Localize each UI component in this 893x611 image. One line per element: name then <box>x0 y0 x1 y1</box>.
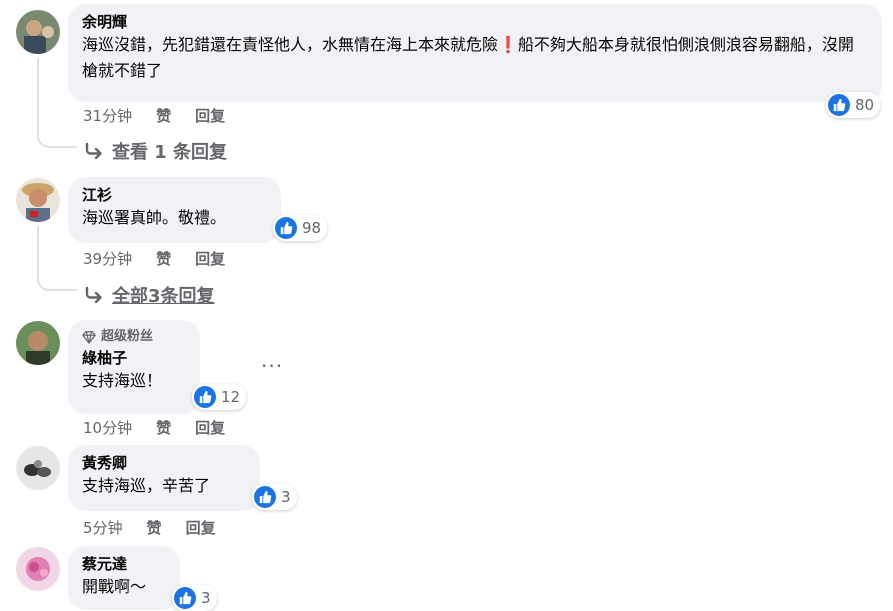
comment-time[interactable]: 39分钟 <box>83 249 132 269</box>
comment-bubble: 蔡元達 開戰啊～ <box>68 546 180 610</box>
like-reaction-icon <box>194 386 216 408</box>
comment-text: 開戰啊～ <box>82 577 147 596</box>
comment-text: 支持海巡，辛苦了 <box>82 476 211 495</box>
like-reaction-icon <box>275 217 297 239</box>
comment-actions: 10分钟 赞 回复 <box>83 418 225 438</box>
reply-arrow-icon <box>85 286 102 304</box>
reactions-count[interactable]: 3 <box>172 585 217 611</box>
view-replies-label: 查看 1 条回复 <box>112 142 228 163</box>
comment-text: 海巡署真帥。敬禮。 <box>82 208 227 227</box>
reactions-count[interactable]: 3 <box>252 484 297 510</box>
avatar[interactable] <box>16 321 60 365</box>
reactions-count[interactable]: 12 <box>192 384 247 410</box>
comment-time[interactable]: 10分钟 <box>83 418 132 438</box>
comment-author[interactable]: 江衫 <box>82 185 267 205</box>
comment-time[interactable]: 5分钟 <box>83 518 123 538</box>
reactions-number: 12 <box>221 388 241 406</box>
like-button[interactable]: 赞 <box>156 418 171 438</box>
comment-actions: 5分钟 赞 回复 <box>83 518 216 538</box>
comment-bubble: 超级粉丝 綠柚子 支持海巡！ <box>68 320 200 414</box>
comment-author[interactable]: 綠柚子 <box>82 348 186 368</box>
avatar[interactable] <box>16 446 60 490</box>
avatar[interactable] <box>16 178 60 222</box>
like-reaction-icon <box>828 94 850 116</box>
reactions-number: 80 <box>855 96 875 114</box>
comment-text: 海巡沒錯，先犯錯還在責怪他人，水無情在海上本來就危險❗️船不夠大船本身就很怕側浪… <box>82 35 854 80</box>
reply-button[interactable]: 回复 <box>195 418 225 438</box>
avatar[interactable] <box>16 547 60 591</box>
reply-button[interactable]: 回复 <box>186 518 216 538</box>
reactions-count[interactable]: 98 <box>273 215 328 241</box>
reply-button[interactable]: 回复 <box>195 106 225 126</box>
top-fan-badge[interactable]: 超级粉丝 <box>82 328 186 346</box>
reply-button[interactable]: 回复 <box>195 249 225 269</box>
diamond-icon <box>82 331 96 344</box>
comment-author[interactable]: 黃秀卿 <box>82 453 246 473</box>
like-reaction-icon <box>174 587 196 609</box>
comment-bubble: 余明輝 海巡沒錯，先犯錯還在責怪他人，水無情在海上本來就危險❗️船不夠大船本身就… <box>68 4 882 102</box>
badge-label: 超级粉丝 <box>101 329 154 344</box>
like-reaction-icon <box>254 486 276 508</box>
like-button[interactable]: 赞 <box>156 249 171 269</box>
view-replies-link[interactable]: 查看 1 条回复 <box>84 138 227 164</box>
comment-bubble: 黃秀卿 支持海巡，辛苦了 <box>68 445 260 511</box>
comment-actions: 31分钟 赞 回复 <box>83 106 225 126</box>
comment-bubble: 江衫 海巡署真帥。敬禮。 <box>68 177 281 243</box>
reply-arrow-icon <box>85 142 102 160</box>
reactions-number: 98 <box>302 219 322 237</box>
comment-time[interactable]: 31分钟 <box>83 106 132 126</box>
like-button[interactable]: 赞 <box>156 106 171 126</box>
more-options-icon[interactable]: ··· <box>261 354 283 378</box>
avatar[interactable] <box>16 10 60 54</box>
reactions-count[interactable]: 80 <box>826 92 881 118</box>
comment-actions: 39分钟 赞 回复 <box>83 249 225 269</box>
comment-text: 支持海巡！ <box>82 371 163 390</box>
comment-author[interactable]: 蔡元達 <box>82 554 166 574</box>
like-button[interactable]: 赞 <box>147 518 162 538</box>
comment-author[interactable]: 余明輝 <box>82 12 868 32</box>
view-all-replies-link[interactable]: 全部3条回复 <box>84 282 215 308</box>
reactions-number: 3 <box>201 589 211 607</box>
view-replies-label: 全部3条回复 <box>112 286 215 307</box>
reactions-number: 3 <box>281 488 291 506</box>
